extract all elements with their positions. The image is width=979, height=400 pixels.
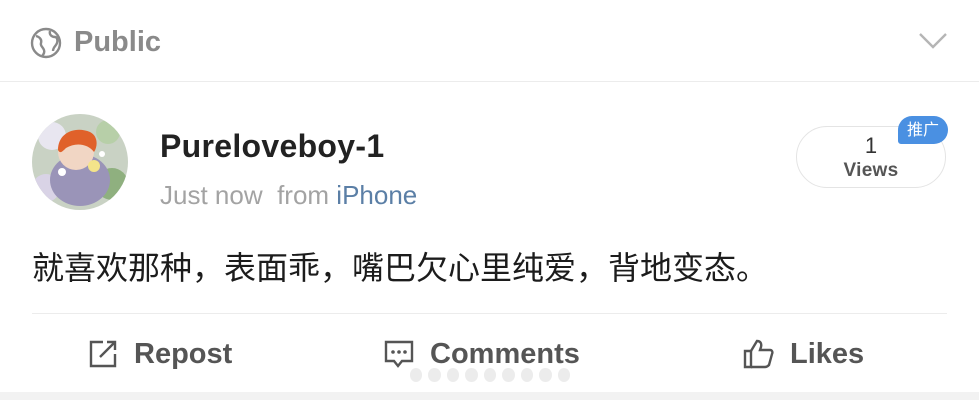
source-link[interactable]: iPhone <box>336 180 417 210</box>
repost-icon <box>89 340 117 368</box>
divider <box>32 313 947 314</box>
username[interactable]: Pureloveboy-1 <box>160 128 384 165</box>
chevron-down-icon[interactable] <box>918 32 948 50</box>
likes-button[interactable]: Likes <box>742 332 864 376</box>
repost-button[interactable]: Repost <box>86 332 232 376</box>
post-text: 就喜欢那种，表面乖，嘴巴欠心里纯爱，背地变态。 <box>32 249 769 287</box>
views-label: Views <box>843 160 899 181</box>
avatar[interactable] <box>32 114 128 210</box>
watermark <box>410 364 570 386</box>
likes-label: Likes <box>790 337 865 370</box>
post-meta: Just now from iPhone <box>160 180 417 211</box>
visibility-label: Public <box>74 26 162 58</box>
repost-label: Repost <box>134 337 233 370</box>
visibility-bar[interactable]: Public <box>0 0 979 82</box>
thumbs-up-icon <box>743 339 774 369</box>
globe-icon <box>30 27 62 59</box>
bottom-strip <box>0 392 979 400</box>
promo-badge[interactable]: 推广 <box>898 116 948 144</box>
timestamp: Just now <box>160 180 263 210</box>
source-prefix: from <box>277 180 330 210</box>
